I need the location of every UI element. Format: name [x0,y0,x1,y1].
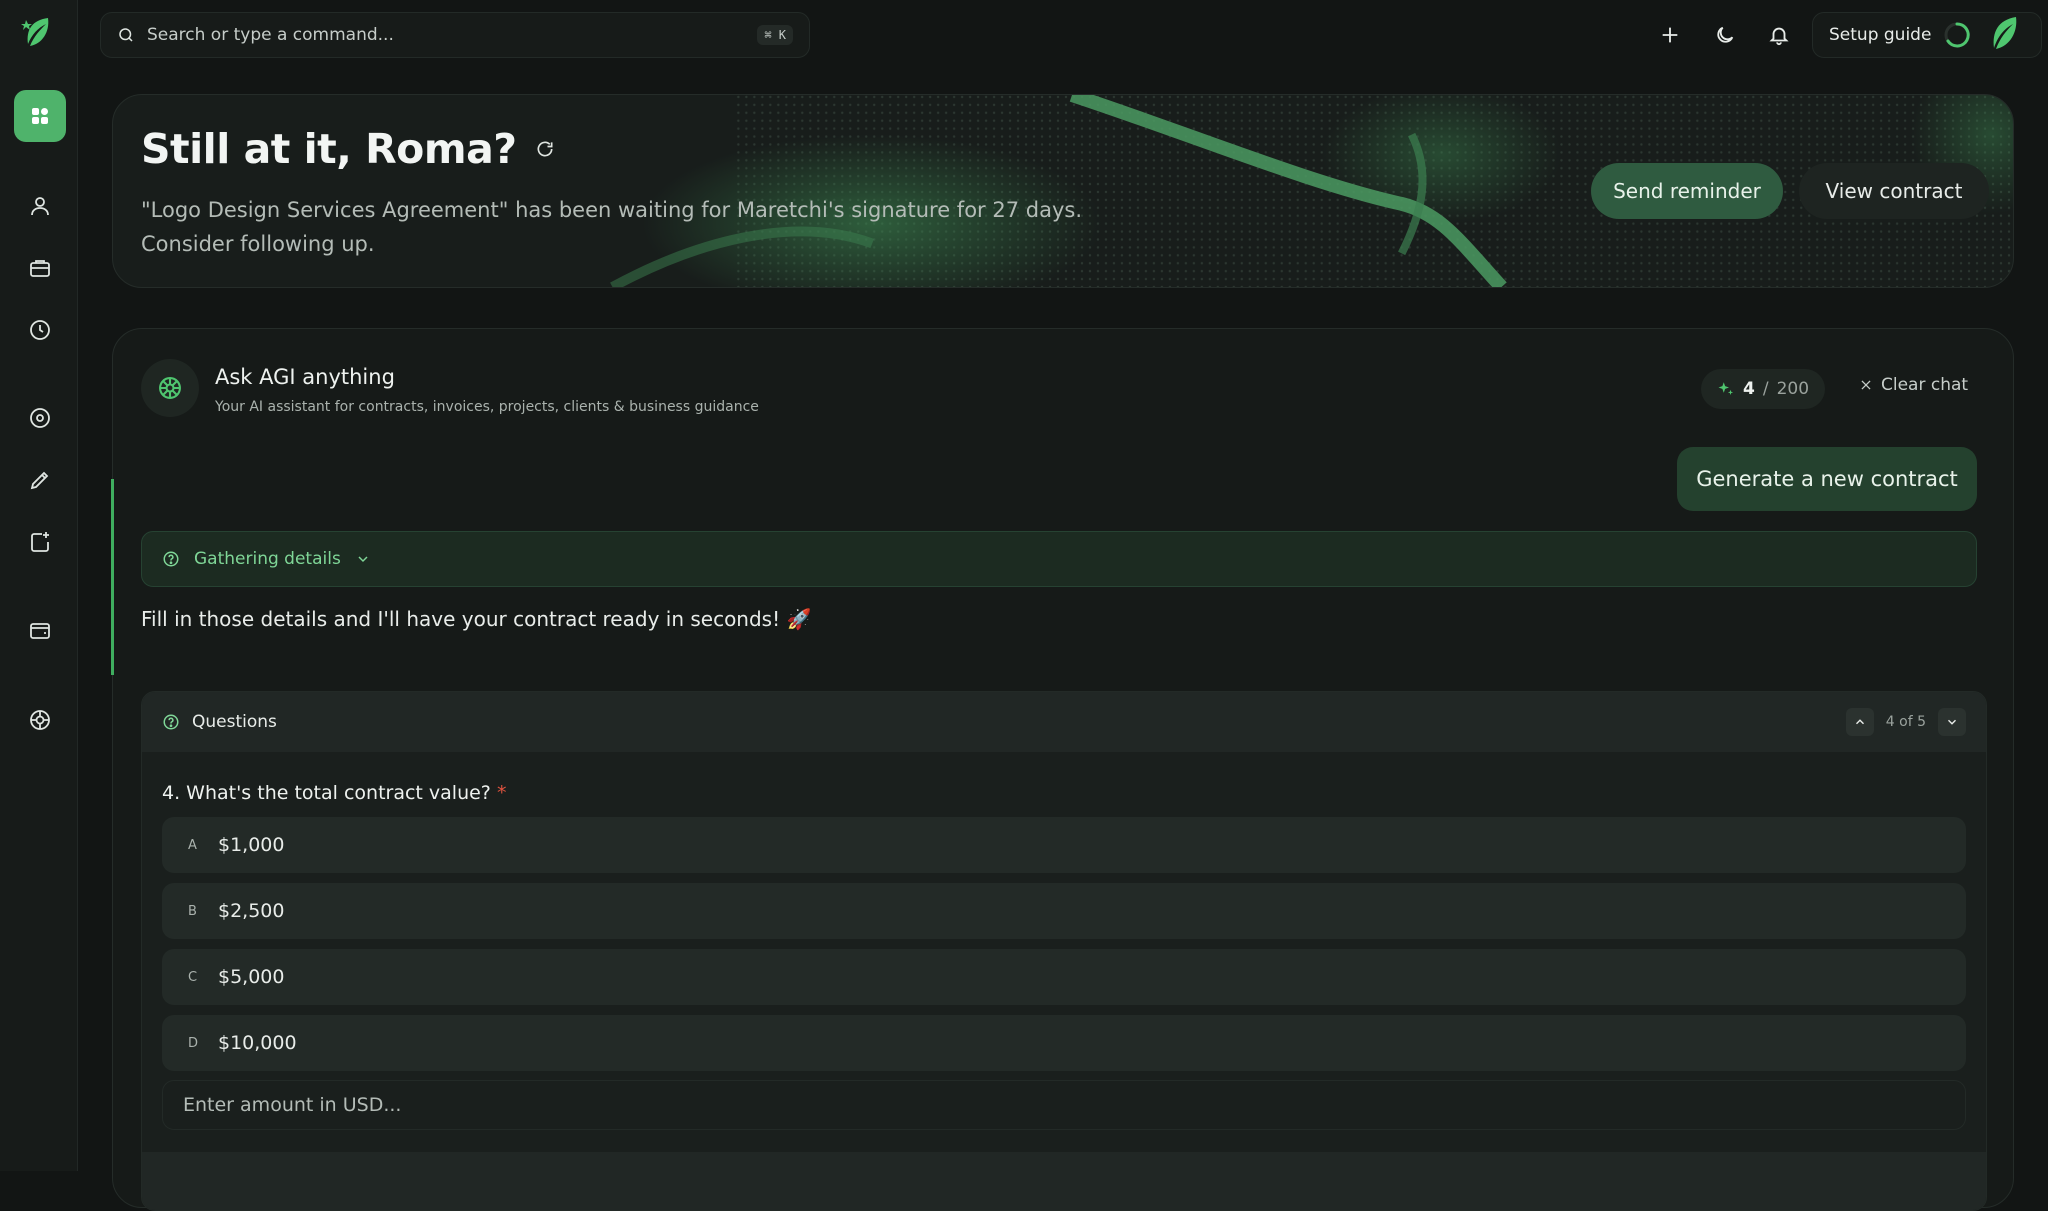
briefcase-icon [30,260,50,277]
notifications-button[interactable] [1762,18,1796,52]
search-icon [119,28,133,42]
answer-option-a[interactable]: A $1,000 [162,817,1966,873]
credits-total: 200 [1776,379,1810,399]
option-letter: C [188,969,198,985]
search-input[interactable]: Search or type a command... ⌘ K [100,12,810,58]
option-value: $2,500 [218,900,285,922]
leaf-logo-icon [1993,17,2017,49]
chat-accent-bar [111,479,114,675]
ai-icon [30,710,50,730]
send-reminder-button[interactable]: Send reminder [1591,163,1783,219]
gathering-details-label: Gathering details [194,549,341,569]
ai-message: Fill in those details and I'll have your… [141,607,812,631]
chevron-up-icon [1855,719,1864,725]
ai-chat-panel: Ask AGI anything Your AI assistant for c… [111,328,2014,1211]
search-shortcut: ⌘ K [757,25,793,45]
clock-icon [30,320,50,340]
answer-option-c[interactable]: C $5,000 [162,949,1966,1005]
next-question-button[interactable] [1938,708,1966,736]
answer-option-d[interactable]: D $10,000 [162,1015,1966,1071]
questions-footer [142,1152,1986,1210]
option-letter: D [188,1035,199,1051]
previous-question-button[interactable] [1845,708,1874,736]
custom-amount-input[interactable]: Enter amount in USD... [162,1080,1966,1130]
sparkle-icon [1718,382,1734,395]
reminder-banner: Still at it, Roma? "Logo Design Services… [112,94,2014,288]
sidebar-item-projects[interactable] [14,242,66,294]
pen-icon [30,471,49,490]
chat-subtitle: Your AI assistant for contracts, invoice… [215,399,759,415]
ai-spark-icon [159,377,181,399]
avatar[interactable] [1984,14,2022,56]
clear-chat-button[interactable]: Clear chat [1859,375,1968,395]
add-button[interactable] [1653,18,1687,52]
gathering-details-status[interactable]: Gathering details [141,531,1977,587]
option-letter: B [188,903,197,919]
clear-chat-label: Clear chat [1881,375,1969,395]
document-add-icon [31,532,49,552]
ai-assistant-avatar [141,359,199,417]
topbar: Search or type a command... ⌘ K Setup gu… [78,0,2048,70]
answer-option-b[interactable]: B $2,500 [162,883,1966,939]
credits-used: 4 [1742,379,1755,399]
sidebar-item-clients[interactable] [14,180,66,232]
question-label: 4. What's the total contract value? [162,782,491,804]
user-icon [31,197,49,216]
chevron-down-icon [1948,719,1956,725]
logo-icon[interactable] [18,14,56,52]
option-value: $5,000 [218,966,285,988]
view-contract-button[interactable]: View contract [1799,163,1989,219]
question-counter: 4 of 5 [1885,714,1926,730]
sidebar-item-dashboard[interactable] [14,90,66,142]
progress-ring-icon [1944,22,1971,48]
wallet-icon [30,623,50,639]
search-placeholder: Search or type a command... [147,25,394,45]
question-text: 4. What's the total contract value? * [162,782,506,804]
sidebar-item-invoices[interactable] [14,516,66,568]
greeting-title: Still at it, Roma? [141,125,555,173]
sidebar-item-wallet[interactable] [14,604,66,656]
question-circle-icon [163,551,179,567]
chat-title: Ask AGI anything [215,365,395,389]
sidebar [0,0,78,1171]
sidebar-item-contracts[interactable] [14,454,66,506]
target-icon [30,408,50,428]
dashboard-icon [32,108,48,124]
sidebar-item-time[interactable] [14,304,66,356]
refresh-icon[interactable] [535,139,555,159]
bell-icon [1769,27,1789,46]
plus-icon [1662,27,1678,43]
theme-toggle[interactable] [1708,18,1742,52]
reminder-message: "Logo Design Services Agreement" has bee… [141,198,1083,256]
option-value: $1,000 [218,834,285,856]
sidebar-item-ai[interactable] [14,694,66,746]
question-pager: 4 of 5 [1845,708,1966,736]
sidebar-item-target[interactable] [14,392,66,444]
question-circle-icon [163,714,179,730]
questions-card: Questions 4 of 5 4. What's the total con… [141,691,1987,1211]
questions-header: Questions 4 of 5 [142,692,1986,752]
required-marker: * [496,782,507,804]
setup-guide-label: Setup guide [1829,25,1932,45]
option-value: $10,000 [218,1032,297,1054]
user-message-bubble: Generate a new contract [1677,447,1977,511]
greeting-text: Still at it, Roma? [141,125,517,173]
credits-badge: 4 / 200 [1701,369,1825,409]
chevron-down-icon [358,556,368,563]
option-letter: A [188,837,197,853]
credits-separator: / [1762,379,1769,399]
questions-title: Questions [192,712,277,732]
moon-icon [1717,26,1734,43]
close-icon [1861,380,1871,390]
